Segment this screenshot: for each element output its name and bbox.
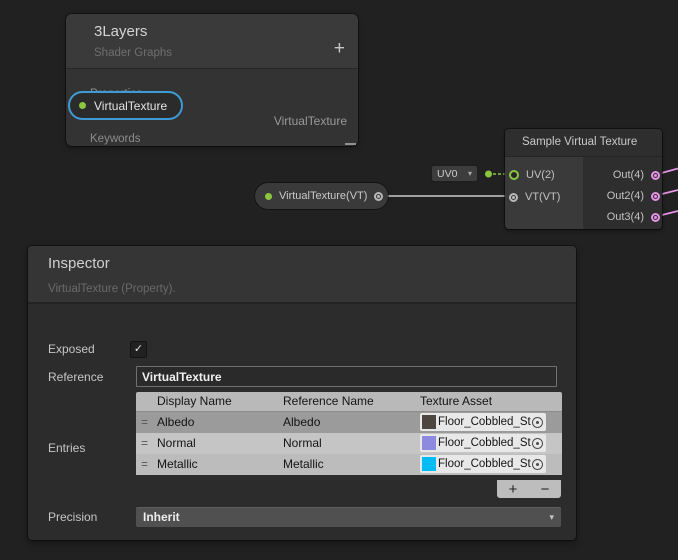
reference-name-cell: Albedo [283,415,320,429]
chevron-down-icon: ▾ [549,513,554,522]
entries-list-footer: + − [497,480,561,498]
texture-asset-field[interactable]: Floor_Cobbled_Sto [420,434,546,452]
property-dot-icon [79,102,86,109]
property-pill-virtualtexture[interactable]: VirtualTexture [68,91,183,120]
blackboard-title: 3Layers [94,23,147,40]
input-row-uv: UV(2) [509,169,555,181]
display-name-cell: Albedo [157,415,194,429]
column-texture-asset: Texture Asset [420,394,492,408]
output-row-out: Out(4) [613,169,660,181]
uv-input-label: UV(2) [526,169,555,181]
inspector-header[interactable]: Inspector VirtualTexture (Property). [28,246,576,304]
shader-graph-canvas[interactable]: 3Layers Shader Graphs + Properties Virtu… [0,0,678,560]
node-body: UV(2) VT(VT) Out(4) Out2(4) Out3(4) [505,157,662,229]
entries-table: Display Name Reference Name Texture Asse… [136,392,562,475]
texture-asset-field[interactable]: Floor_Cobbled_Sto [420,455,546,473]
property-node-dot-icon [265,193,272,200]
texture-thumbnail [422,415,436,429]
texture-asset-name: Floor_Cobbled_Sto [438,458,531,470]
property-node-output-port[interactable] [374,192,383,201]
inspector-title: Inspector [48,255,110,272]
add-entry-button[interactable]: + [509,482,518,497]
texture-asset-name: Floor_Cobbled_Sto [438,416,531,428]
entries-label: Entries [48,441,85,455]
blackboard-panel: 3Layers Shader Graphs + Properties Virtu… [66,14,358,146]
texture-asset-name: Floor_Cobbled_Sto [438,437,531,449]
object-picker-icon[interactable] [532,459,543,470]
reference-label: Reference [48,370,103,384]
sample-virtual-texture-node[interactable]: Sample Virtual Texture UV(2) VT(VT) Out(… [505,129,662,229]
drag-handle-icon[interactable]: = [141,415,148,429]
property-node-label: VirtualTexture(VT) [279,190,367,202]
node-inputs: UV(2) VT(VT) [505,157,583,229]
display-name-cell: Metallic [157,457,198,471]
inspector-subtitle: VirtualTexture (Property). [48,283,176,295]
texture-asset-field[interactable]: Floor_Cobbled_Sto [420,413,546,431]
object-picker-icon[interactable] [532,417,543,428]
reference-name-cell: Normal [283,436,322,450]
add-property-button[interactable]: + [334,39,345,58]
blackboard-header[interactable]: 3Layers Shader Graphs + [66,14,358,69]
entries-table-header: Display Name Reference Name Texture Asse… [136,392,562,412]
uv-input-port[interactable] [509,170,519,180]
out1-port[interactable] [651,171,660,180]
reference-input[interactable] [136,366,557,387]
blackboard-resize-handle[interactable] [345,143,356,145]
vt-input-port[interactable] [509,193,518,202]
table-row-normal[interactable]: = Normal Normal Floor_Cobbled_Sto [136,433,562,454]
display-name-cell: Normal [157,436,196,450]
uv-default-dot [485,171,492,178]
out2-label: Out2(4) [607,190,644,202]
blackboard-subtitle: Shader Graphs [94,47,172,59]
precision-dropdown[interactable]: Inherit ▾ [136,507,561,527]
texture-thumbnail [422,457,436,471]
texture-thumbnail [422,436,436,450]
node-title: Sample Virtual Texture [505,129,662,157]
property-pill-label: VirtualTexture [94,99,167,113]
exposed-label: Exposed [48,342,95,356]
property-type-label: VirtualTexture [274,114,347,128]
out2-port[interactable] [651,192,660,201]
column-reference-name: Reference Name [283,394,374,408]
precision-value: Inherit [143,510,180,524]
inspector-panel: Inspector VirtualTexture (Property). Exp… [28,246,576,540]
chevron-down-icon: ▾ [468,170,472,178]
table-row-metallic[interactable]: = Metallic Metallic Floor_Cobbled_Sto [136,454,562,475]
uv-channel-value: UV0 [437,168,457,180]
remove-entry-button[interactable]: − [541,482,550,497]
check-icon: ✓ [134,343,143,355]
node-outputs: Out(4) Out2(4) Out3(4) [583,157,662,229]
out3-port[interactable] [651,213,660,222]
input-row-vt: VT(VT) [509,191,560,203]
vt-input-label: VT(VT) [525,191,560,203]
out1-label: Out(4) [613,169,644,181]
column-display-name: Display Name [157,394,232,408]
output-row-out3: Out3(4) [607,211,660,223]
keywords-section-label: Keywords [90,133,141,145]
property-node-virtualtexture[interactable]: VirtualTexture(VT) [255,183,388,209]
uv-channel-dropdown-inner: UV0 ▾ [432,166,477,181]
exposed-checkbox[interactable]: ✓ [130,341,147,358]
out3-label: Out3(4) [607,211,644,223]
uv-channel-dropdown[interactable]: UV0 ▾ [430,164,479,183]
object-picker-icon[interactable] [532,438,543,449]
table-row-albedo[interactable]: = Albedo Albedo Floor_Cobbled_Sto [136,412,562,433]
precision-label: Precision [48,510,97,524]
drag-handle-icon[interactable]: = [141,436,148,450]
drag-handle-icon[interactable]: = [141,457,148,471]
output-row-out2: Out2(4) [607,190,660,202]
reference-name-cell: Metallic [283,457,324,471]
